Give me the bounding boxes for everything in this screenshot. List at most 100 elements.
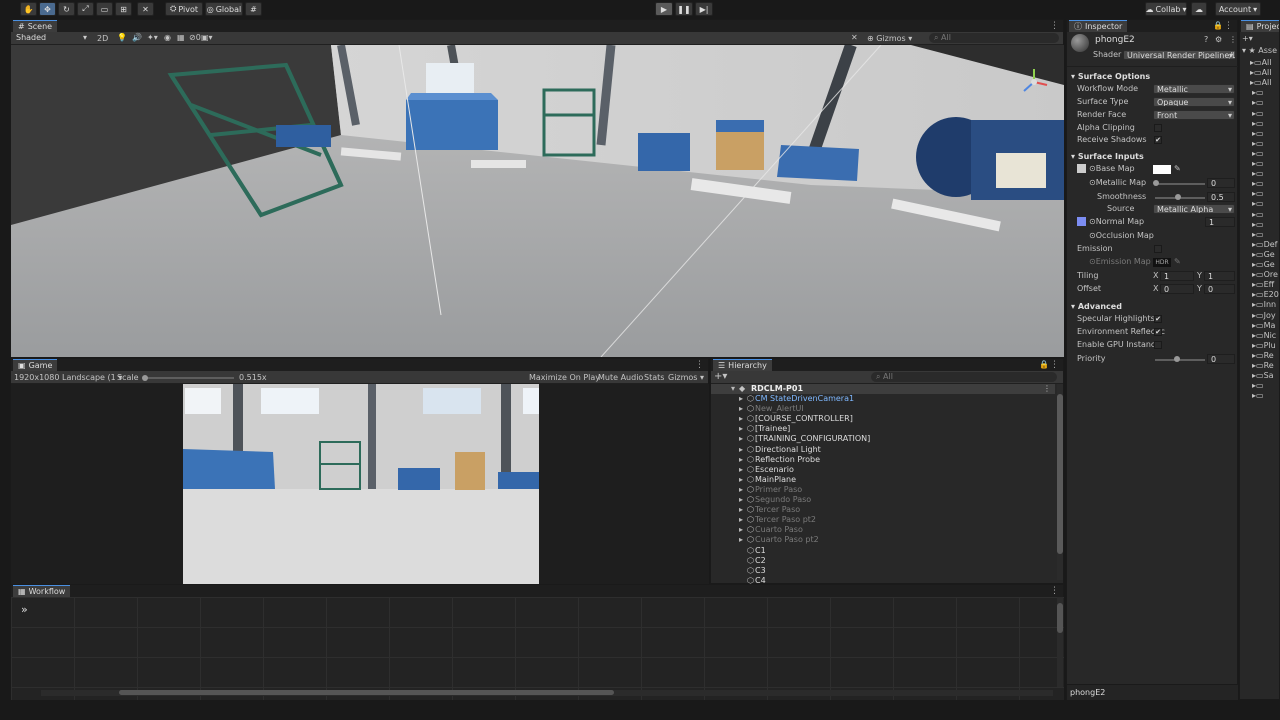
priority-slider-track[interactable] xyxy=(1155,359,1205,361)
surface-inputs-header[interactable]: ▾ Surface Inputs xyxy=(1071,151,1144,162)
priority-value-field[interactable]: 0 xyxy=(1207,354,1235,364)
shading-mode-dropdown[interactable]: Shaded xyxy=(13,33,89,43)
project-folder-item[interactable]: ▸▭ xyxy=(1252,179,1264,189)
expand-arrow-icon[interactable]: ▸ xyxy=(739,394,747,404)
scale-tool-button[interactable]: ⤢ xyxy=(77,2,94,16)
surface-type-dropdown[interactable]: Opaque xyxy=(1153,97,1235,107)
receive-shadows-checkbox[interactable]: ✔ xyxy=(1154,136,1162,144)
hierarchy-item[interactable]: ⬡C1 xyxy=(739,546,766,556)
help-icon[interactable]: ? xyxy=(1204,35,1208,44)
project-folder-item[interactable]: ▸▭ xyxy=(1252,230,1264,240)
project-folder-item[interactable]: ▸▭Ge xyxy=(1252,260,1275,270)
render-face-dropdown[interactable]: Front xyxy=(1153,110,1235,120)
assets-header[interactable]: ▾ ★ Asse xyxy=(1242,46,1277,55)
hierarchy-item[interactable]: ▸ ⬡[Trainee] xyxy=(739,424,790,434)
project-folder-item[interactable]: ▸▭ xyxy=(1252,139,1264,149)
scale-slider-knob[interactable] xyxy=(142,375,148,381)
project-folder-item[interactable]: ▸▭ xyxy=(1252,109,1264,119)
expand-arrow-icon[interactable]: ▸ xyxy=(739,535,747,545)
mute-audio-toggle[interactable]: Mute Audio xyxy=(598,373,643,382)
play-button[interactable]: ▶ xyxy=(655,2,673,16)
tab-project[interactable]: ▤Project xyxy=(1241,20,1279,32)
scene-orientation-gizmo[interactable] xyxy=(1019,67,1049,97)
collab-button[interactable]: ☁ Collab ▾ xyxy=(1145,2,1187,16)
project-folder-item[interactable]: ▸▭All xyxy=(1250,68,1272,78)
hierarchy-item[interactable]: ▸ ⬡MainPlane xyxy=(739,475,796,485)
alpha-clipping-checkbox[interactable] xyxy=(1154,124,1162,132)
hierarchy-item[interactable]: ▸ ⬡[TRAINING_CONFIGURATION] xyxy=(739,434,870,444)
hierarchy-item[interactable]: ▸ ⬡Primer Paso xyxy=(739,485,802,495)
expand-arrow-icon[interactable]: ▸ xyxy=(739,495,747,505)
root-menu-icon[interactable]: ⋮ xyxy=(1043,384,1051,393)
project-folder-item[interactable]: ▸▭ xyxy=(1252,169,1264,179)
expand-arrow-icon[interactable]: ▸ xyxy=(739,475,747,485)
emission-checkbox[interactable] xyxy=(1154,245,1162,253)
step-button[interactable]: ▶| xyxy=(695,2,713,16)
hierarchy-item[interactable]: ▸ ⬡Segundo Paso xyxy=(739,495,811,505)
surface-options-header[interactable]: ▾ Surface Options xyxy=(1071,71,1150,82)
stats-toggle[interactable]: Stats xyxy=(644,373,664,382)
transform-tool-button[interactable]: ⊞ xyxy=(115,2,132,16)
lock-icon[interactable]: 🔒 xyxy=(1039,360,1049,369)
expand-arrow-icon[interactable]: ▸ xyxy=(739,505,747,515)
source-dropdown[interactable]: Metallic Alpha xyxy=(1153,204,1235,214)
hierarchy-item[interactable]: ▸ ⬡[COURSE_CONTROLLER] xyxy=(739,414,853,424)
env-reflections-checkbox[interactable]: ✔ xyxy=(1154,328,1162,336)
specular-checkbox[interactable]: ✔ xyxy=(1154,315,1162,323)
project-folder-item[interactable]: ▸▭ xyxy=(1252,391,1264,401)
tab-game[interactable]: ▣ Game xyxy=(13,359,58,371)
normal-value-field[interactable]: 1 xyxy=(1205,217,1235,227)
project-folder-item[interactable]: ▸▭Ma xyxy=(1252,321,1275,331)
panel-menu-icon[interactable]: ⋮ xyxy=(695,360,704,370)
add-object-button[interactable]: +▾ xyxy=(714,371,727,382)
effects-icon[interactable]: ✦▾ xyxy=(147,33,158,42)
project-folder-item[interactable]: ▸▭ xyxy=(1252,210,1264,220)
expand-sidebar-icon[interactable]: » xyxy=(21,603,28,616)
base-map-slot[interactable] xyxy=(1077,164,1086,173)
scene-camera-icon[interactable]: ▣▾ xyxy=(201,33,213,42)
project-folder-item[interactable]: ▸▭ xyxy=(1252,129,1264,139)
hierarchy-root-row[interactable]: ▾ ◆ RDCLM-P01 ⋮ xyxy=(711,384,1055,394)
hierarchy-item[interactable]: ▸ ⬡Cuarto Paso xyxy=(739,525,803,535)
rotate-tool-button[interactable]: ↻ xyxy=(58,2,75,16)
metallic-value-field[interactable]: 0 xyxy=(1207,178,1235,188)
account-button[interactable]: Account ▾ xyxy=(1215,2,1261,16)
workflow-mode-dropdown[interactable]: Metallic xyxy=(1153,84,1235,94)
project-folder-item[interactable]: ▸▭ xyxy=(1252,189,1264,199)
hdr-color-field[interactable]: HDR xyxy=(1153,258,1171,267)
project-folder-item[interactable]: ▸▭ xyxy=(1252,159,1264,169)
tab-hierarchy[interactable]: ☰ Hierarchy xyxy=(713,359,772,371)
expand-arrow-icon[interactable]: ▸ xyxy=(739,445,747,455)
cloud-services-button[interactable]: ☁ xyxy=(1191,2,1207,16)
rect-tool-button[interactable]: ▭ xyxy=(96,2,113,16)
project-folder-item[interactable]: ▸▭Nic xyxy=(1252,331,1276,341)
normal-map-slot[interactable] xyxy=(1077,217,1086,226)
panel-menu-icon[interactable]: ⋮ xyxy=(1224,21,1233,31)
eyedropper-icon[interactable]: ✎ xyxy=(1174,257,1181,266)
visibility-icon[interactable]: ◉ xyxy=(164,33,171,42)
expand-arrow-icon[interactable]: ▸ xyxy=(739,414,747,424)
project-folder-item[interactable]: ▸▭ xyxy=(1252,199,1264,209)
preset-icon[interactable]: ⚙ xyxy=(1215,35,1222,44)
expand-arrow-icon[interactable]: ▸ xyxy=(739,434,747,444)
hierarchy-search[interactable]: ⌕ All xyxy=(871,372,1057,382)
project-folder-item[interactable]: ▸▭Joy xyxy=(1252,311,1276,321)
gpu-instancing-checkbox[interactable] xyxy=(1154,341,1162,349)
project-folder-item[interactable]: ▸▭Re xyxy=(1252,361,1274,371)
project-folder-item[interactable]: ▸▭ xyxy=(1252,119,1264,129)
resolution-dropdown[interactable]: 1920x1080 Landscape (1 ▾ xyxy=(14,373,122,382)
expand-arrow-icon[interactable]: ▸ xyxy=(739,404,747,414)
tiling-y-field[interactable]: 1 xyxy=(1204,271,1235,281)
panel-menu-icon[interactable]: ⋮ xyxy=(1050,586,1059,596)
panel-menu-icon[interactable]: ⋮ xyxy=(1050,21,1059,31)
hierarchy-item[interactable]: ▸ ⬡Cuarto Paso pt2 xyxy=(739,535,819,545)
tab-scene[interactable]: # Scene xyxy=(13,20,58,32)
expand-arrow-icon[interactable]: ▸ xyxy=(739,424,747,434)
project-folder-item[interactable]: ▸▭Plu xyxy=(1252,341,1276,351)
project-folder-item[interactable]: ▸▭Ge xyxy=(1252,250,1275,260)
hierarchy-item[interactable]: ▸ ⬡Tercer Paso pt2 xyxy=(739,515,816,525)
expand-arrow-icon[interactable]: ▸ xyxy=(739,515,747,525)
hierarchy-item[interactable]: ▸ ⬡New_AlertUI xyxy=(739,404,804,414)
project-folder-item[interactable]: ▸▭Re xyxy=(1252,351,1274,361)
hierarchy-item[interactable]: ▸ ⬡Escenario xyxy=(739,465,794,475)
